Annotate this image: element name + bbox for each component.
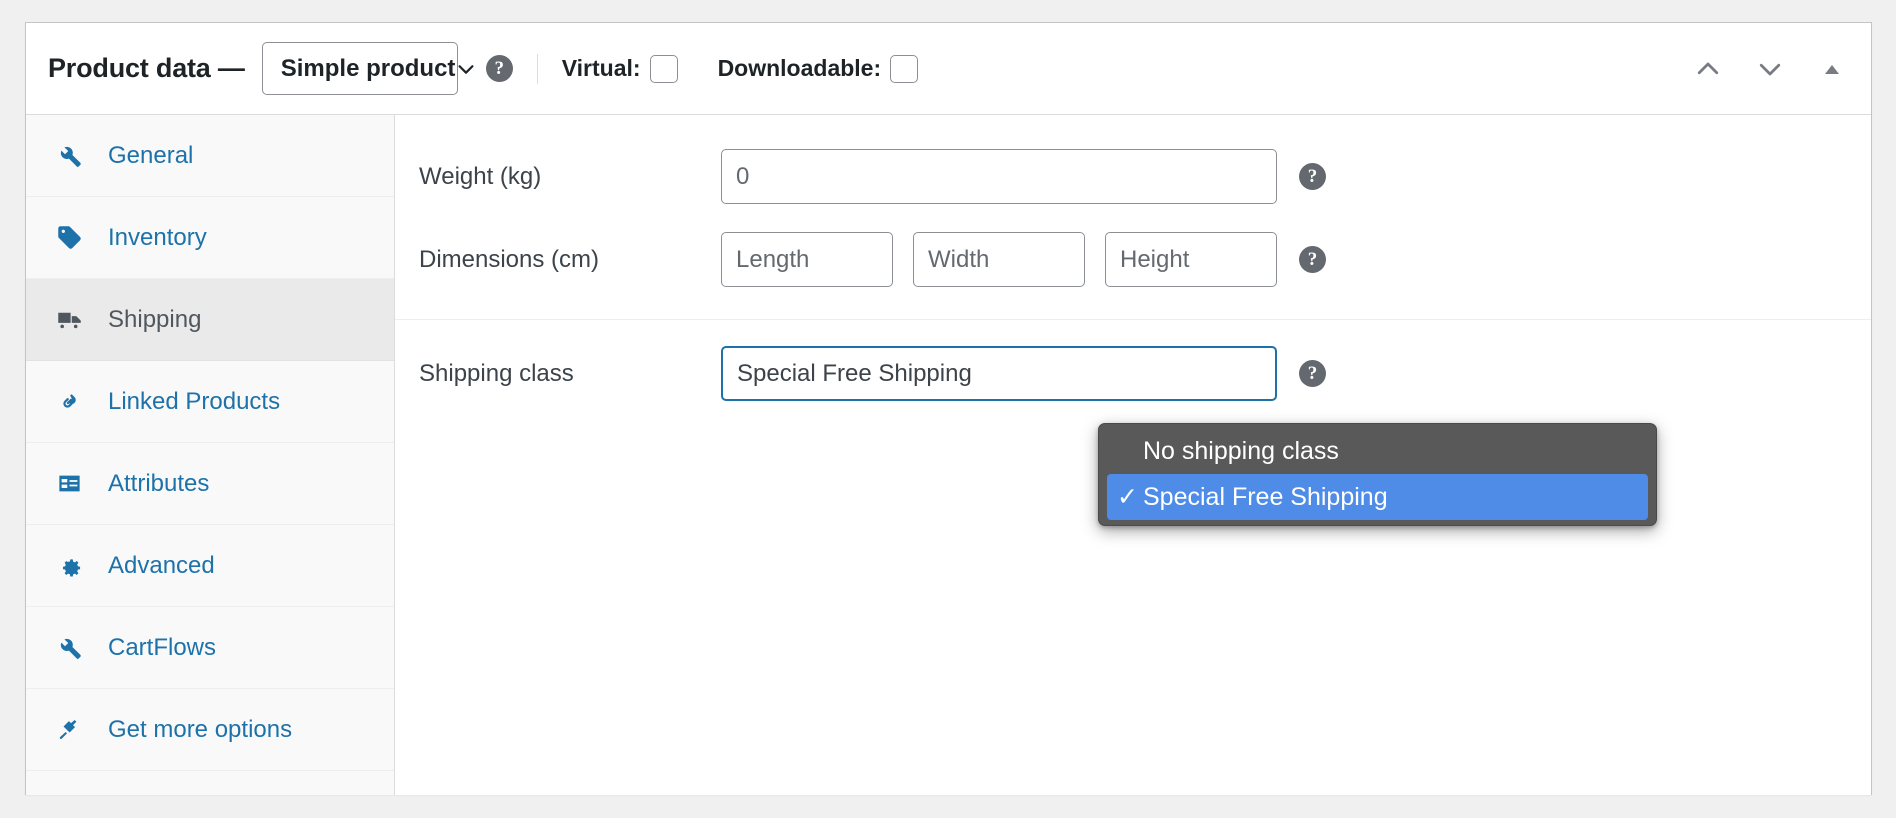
wrench-icon (56, 142, 83, 169)
wrench-icon (56, 634, 83, 661)
weight-input-value: 0 (736, 162, 750, 190)
dimensions-help-icon[interactable]: ? (1299, 246, 1326, 273)
dropdown-option-label: No shipping class (1143, 436, 1339, 465)
sidebar-item-label: General (108, 141, 194, 169)
product-type-selected-value: Simple product (280, 54, 456, 82)
truck-icon (56, 306, 83, 333)
height-placeholder: Height (1120, 245, 1190, 273)
sidebar-item-label: Inventory (108, 223, 207, 251)
list-form-icon (56, 470, 83, 497)
sidebar-item-label: Shipping (108, 305, 202, 333)
shipping-class-select[interactable]: Special Free Shipping (721, 346, 1277, 401)
weight-input[interactable]: 0 (721, 149, 1277, 204)
chevron-down-icon (455, 58, 477, 80)
tag-icon (56, 224, 83, 251)
virtual-checkbox-group: Virtual: (561, 54, 678, 83)
length-placeholder: Length (736, 245, 810, 273)
link-icon (56, 388, 83, 415)
plug-icon (56, 716, 83, 743)
metabox-header: Product data — Simple product ? Virtual:… (26, 23, 1871, 115)
sidebar-item-attributes[interactable]: Attributes (26, 443, 394, 525)
downloadable-checkbox[interactable] (890, 54, 919, 83)
sidebar-item-cartflows[interactable]: CartFlows (26, 607, 394, 689)
toggle-panel-icon[interactable] (1817, 54, 1847, 84)
help-icon[interactable]: ? (485, 55, 513, 82)
shipping-class-dropdown-menu[interactable]: No shipping class ✓ Special Free Shippin… (1098, 423, 1657, 526)
metabox-controls (1693, 54, 1847, 84)
sidebar-item-linked-products[interactable]: Linked Products (26, 361, 394, 443)
gear-icon (56, 552, 83, 579)
width-placeholder: Width (928, 245, 990, 273)
length-input[interactable]: Length (721, 232, 893, 287)
sidebar-item-label: CartFlows (108, 633, 217, 661)
sidebar-item-label: Attributes (108, 469, 210, 497)
dropdown-option-no-shipping-class[interactable]: No shipping class (1099, 428, 1656, 474)
shipping-class-selected-value: Special Free Shipping (737, 359, 972, 387)
shipping-class-row: Shipping class Special Free Shipping ? (395, 319, 1871, 427)
page-title: Product data — (48, 53, 245, 83)
height-input[interactable]: Height (1105, 232, 1277, 287)
shipping-class-label: Shipping class (419, 359, 574, 387)
downloadable-label: Downloadable: (717, 55, 882, 81)
dropdown-option-label: Special Free Shipping (1143, 482, 1388, 511)
product-data-tabs: General Inventory Shipping Linked Produc… (26, 115, 395, 795)
sidebar-item-label: Advanced (108, 551, 215, 579)
sidebar-item-label: Linked Products (108, 387, 281, 415)
downloadable-checkbox-group: Downloadable: (717, 54, 919, 83)
virtual-label: Virtual: (561, 55, 641, 81)
weight-row: Weight (kg) 0 ? (395, 135, 1871, 218)
move-down-icon[interactable] (1755, 54, 1785, 84)
dimensions-row: Dimensions (cm) Length Width Height ? (395, 218, 1871, 301)
header-divider (536, 53, 538, 84)
metabox-body: General Inventory Shipping Linked Produc… (26, 115, 1871, 795)
sidebar-item-get-more-options[interactable]: Get more options (26, 689, 394, 771)
weight-help-icon[interactable]: ? (1299, 163, 1326, 190)
sidebar-item-label: Get more options (108, 715, 293, 743)
dimensions-label: Dimensions (cm) (419, 245, 600, 273)
sidebar-item-shipping[interactable]: Shipping (26, 279, 394, 361)
move-up-icon[interactable] (1693, 54, 1723, 84)
shipping-class-help-icon[interactable]: ? (1299, 360, 1326, 387)
dropdown-option-special-free-shipping[interactable]: ✓ Special Free Shipping (1107, 474, 1648, 520)
width-input[interactable]: Width (913, 232, 1085, 287)
sidebar-item-advanced[interactable]: Advanced (26, 525, 394, 607)
virtual-checkbox[interactable] (649, 54, 678, 83)
dropdown-option-check: ✓ (1117, 482, 1138, 511)
shipping-fields-panel: Weight (kg) 0 ? Dimensions (cm) Length W… (395, 115, 1871, 795)
product-data-metabox: Product data — Simple product ? Virtual:… (25, 22, 1872, 795)
sidebar-item-inventory[interactable]: Inventory (26, 197, 394, 279)
product-type-select[interactable]: Simple product (261, 42, 474, 95)
sidebar-item-general[interactable]: General (26, 115, 394, 197)
weight-label: Weight (kg) (419, 162, 542, 190)
dimensions-inputs: Length Width Height (721, 232, 1277, 287)
